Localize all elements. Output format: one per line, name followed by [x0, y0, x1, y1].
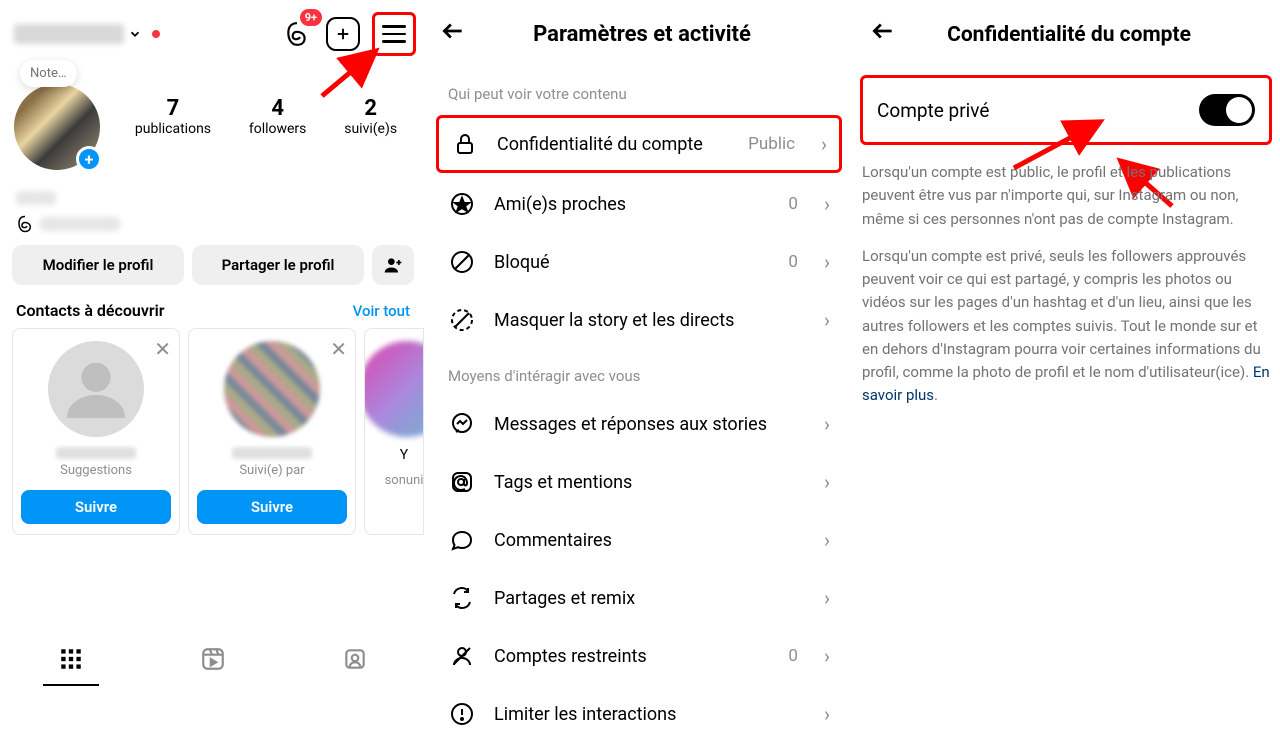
- close-icon[interactable]: ✕: [330, 337, 347, 361]
- avatar: [364, 341, 424, 437]
- privacy-description-2: Lorsqu'un compte est privé, seuls les fo…: [860, 245, 1272, 422]
- messenger-icon: [448, 410, 476, 438]
- setting-messages[interactable]: Messages et réponses aux stories ›: [426, 395, 852, 453]
- chevron-right-icon: ›: [824, 470, 830, 494]
- notification-dot-icon: [152, 30, 160, 38]
- discover-header: Contacts à découvrir Voir tout: [0, 297, 426, 328]
- section-label: Moyens d'intéragir avec vous: [426, 349, 852, 395]
- privacy-description-1: Lorsqu'un compte est public, le profil e…: [860, 161, 1272, 245]
- privacy-panel: Confidentialité du compte Compte privé L…: [852, 0, 1280, 686]
- chevron-right-icon: ›: [824, 192, 830, 216]
- remix-icon: [448, 584, 476, 612]
- threads-button[interactable]: 9+: [280, 17, 314, 51]
- chevron-right-icon: ›: [824, 412, 830, 436]
- chevron-right-icon: ›: [824, 308, 830, 332]
- setting-close-friends[interactable]: Ami(e)s proches 0 ›: [426, 175, 852, 233]
- grid-icon: [58, 646, 84, 672]
- chevron-right-icon: ›: [824, 586, 830, 610]
- toggle-label: Compte privé: [877, 99, 989, 122]
- tab-reels[interactable]: [142, 631, 284, 686]
- settings-header: Paramètres et activité: [426, 0, 852, 67]
- stat-followers[interactable]: 4 followers: [249, 96, 307, 137]
- privacy-header: Confidentialité du compte: [860, 0, 1272, 67]
- setting-restricted[interactable]: Comptes restreints 0 ›: [426, 627, 852, 685]
- menu-button[interactable]: [372, 12, 416, 56]
- reels-icon: [200, 646, 226, 672]
- follow-button[interactable]: Suivre: [21, 490, 171, 524]
- arrow-left-icon: [440, 18, 466, 44]
- block-icon: [448, 248, 476, 276]
- private-account-switch[interactable]: [1199, 94, 1255, 126]
- comment-icon: [448, 526, 476, 554]
- plus-icon: [334, 25, 352, 43]
- star-icon: [448, 190, 476, 218]
- setting-comments[interactable]: Commentaires ›: [426, 511, 852, 569]
- stat-posts[interactable]: 7 publications: [135, 96, 211, 137]
- discover-card[interactable]: Y sonuni: [364, 328, 424, 535]
- stat-following[interactable]: 2 suivi(e)s: [344, 96, 397, 137]
- section-label: Qui peut voir votre contenu: [426, 67, 852, 113]
- back-button[interactable]: [440, 18, 466, 51]
- close-icon[interactable]: ✕: [154, 337, 171, 361]
- card-subtitle: Suggestions: [60, 463, 132, 478]
- discover-card[interactable]: ✕ Suivi(e) par Suivre: [188, 328, 356, 535]
- privacy-title: Confidentialité du compte: [914, 23, 1224, 47]
- discover-people-button[interactable]: [372, 245, 414, 285]
- add-story-button[interactable]: +: [76, 146, 102, 172]
- profile-header: 9+: [0, 0, 426, 64]
- setting-hide-story[interactable]: Masquer la story et les directs ›: [426, 291, 852, 349]
- discover-title: Contacts à découvrir: [16, 301, 165, 320]
- note-bubble[interactable]: Note…: [20, 60, 77, 87]
- profile-actions: Modifier le profil Partager le profil: [0, 241, 426, 297]
- share-profile-button[interactable]: Partager le profil: [192, 245, 364, 285]
- private-account-toggle-row: Compte privé: [860, 75, 1272, 145]
- setting-sharing[interactable]: Partages et remix ›: [426, 569, 852, 627]
- tagged-icon: [342, 646, 368, 672]
- edit-profile-button[interactable]: Modifier le profil: [12, 245, 184, 285]
- restricted-icon: [448, 642, 476, 670]
- threads-handle[interactable]: [16, 215, 410, 233]
- avatar: [224, 341, 320, 437]
- discover-card[interactable]: ✕ Suggestions Suivre: [12, 328, 180, 535]
- setting-account-privacy[interactable]: Confidentialité du compte Public ›: [436, 115, 842, 173]
- notification-badge: 9+: [300, 9, 322, 26]
- tab-grid[interactable]: [0, 631, 142, 686]
- setting-tags[interactable]: Tags et mentions ›: [426, 453, 852, 511]
- threads-icon: [16, 215, 34, 233]
- discover-cards: ✕ Suggestions Suivre ✕ Suivi(e) par Suiv…: [0, 328, 426, 535]
- at-icon: [448, 468, 476, 496]
- settings-panel: Paramètres et activité Qui peut voir vot…: [426, 0, 852, 686]
- bio-section: [0, 180, 426, 241]
- setting-limit[interactable]: Limiter les interactions ›: [426, 685, 852, 743]
- add-person-icon: [383, 255, 403, 275]
- hide-icon: [448, 306, 476, 334]
- chevron-right-icon: ›: [824, 702, 830, 726]
- arrow-left-icon: [870, 18, 896, 44]
- profile-tabs: [0, 630, 426, 686]
- card-subtitle: Suivi(e) par: [239, 463, 304, 478]
- profile-panel: 9+ Note… + 7 publications 4 followers: [0, 0, 426, 686]
- follow-button[interactable]: Suivre: [197, 490, 347, 524]
- chevron-right-icon: ›: [824, 250, 830, 274]
- see-all-link[interactable]: Voir tout: [353, 302, 410, 320]
- username-dropdown[interactable]: [14, 24, 160, 44]
- create-post-button[interactable]: [326, 17, 360, 51]
- chevron-right-icon: ›: [824, 528, 830, 552]
- username-text: [14, 24, 124, 44]
- chevron-right-icon: ›: [821, 132, 827, 156]
- chevron-right-icon: ›: [824, 644, 830, 668]
- limit-icon: [448, 700, 476, 728]
- profile-stats-row: Note… + 7 publications 4 followers 2 sui…: [0, 64, 426, 180]
- bio-name-blur: [16, 191, 56, 205]
- avatar-placeholder: [48, 341, 144, 437]
- chevron-down-icon: [128, 27, 142, 41]
- back-button[interactable]: [870, 18, 896, 51]
- settings-title: Paramètres et activité: [484, 22, 800, 47]
- tab-tagged[interactable]: [284, 631, 426, 686]
- profile-avatar[interactable]: +: [14, 84, 100, 170]
- lock-icon: [451, 130, 479, 158]
- setting-blocked[interactable]: Bloqué 0 ›: [426, 233, 852, 291]
